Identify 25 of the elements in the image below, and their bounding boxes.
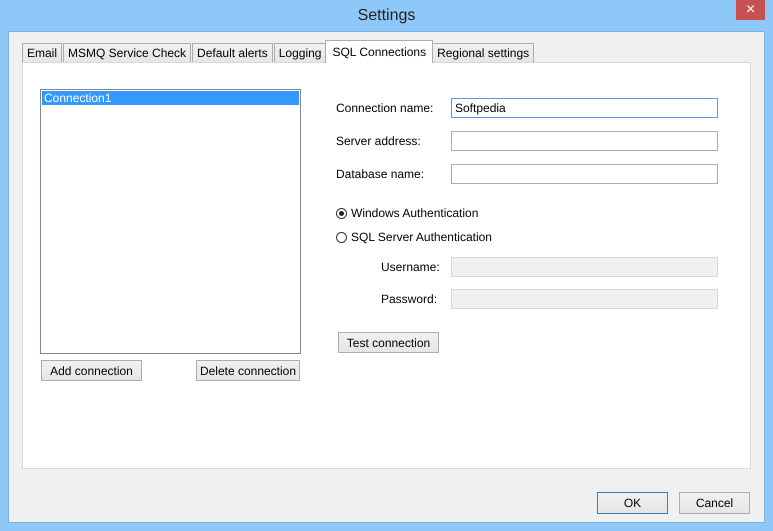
field-label: Connection name: xyxy=(336,101,434,115)
input-field[interactable]: Softpedia xyxy=(451,98,718,118)
radio-button[interactable] xyxy=(336,232,347,242)
input-field[interactable] xyxy=(451,164,718,184)
dialog-button[interactable]: OK xyxy=(597,492,668,514)
tab[interactable]: SQL Connections xyxy=(325,40,434,63)
tab[interactable]: Email xyxy=(22,43,62,62)
radio-label: SQL Server Authentication xyxy=(351,230,492,244)
field-label: Username: xyxy=(380,260,441,274)
tab[interactable]: Default alerts xyxy=(192,43,273,62)
radio-label: Windows Authentication xyxy=(351,206,478,220)
dialog-button[interactable]: Cancel xyxy=(679,492,750,514)
window-title: Settings xyxy=(358,6,416,24)
close-button[interactable]: × xyxy=(736,0,765,20)
field-label: Server address: xyxy=(336,134,422,148)
test-button[interactable]: Test connection xyxy=(338,332,439,353)
add-button[interactable]: Add connection xyxy=(41,360,142,381)
radio-button[interactable] xyxy=(336,208,347,218)
delete-button[interactable]: Delete connection xyxy=(196,360,300,381)
tab[interactable]: Regional settings xyxy=(432,43,534,62)
field-label: Database name: xyxy=(336,167,426,181)
field-label: Password: xyxy=(380,292,438,306)
input-field[interactable] xyxy=(451,131,718,151)
tab[interactable]: Logging xyxy=(274,43,326,62)
tab[interactable]: MSMQ Service Check xyxy=(63,43,192,62)
